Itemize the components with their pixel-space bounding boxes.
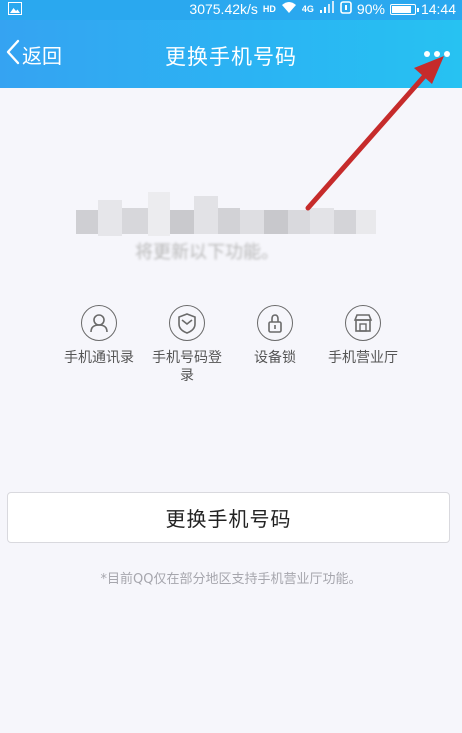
update-description: 将更新以下功能。: [135, 242, 279, 263]
footnote: *目前QQ仅在部分地区支持手机营业厅功能。: [100, 572, 362, 587]
more-dot: [444, 51, 450, 57]
network-type: 4G: [301, 4, 314, 14]
page-title: 更换手机号码: [165, 45, 297, 69]
nav-bar: 返回 更换手机号码: [0, 20, 462, 88]
battery-icon: [389, 3, 419, 15]
feature-contacts: 手机通讯录: [55, 305, 143, 367]
more-options-button[interactable]: [420, 42, 454, 66]
feature-label: 设备锁: [254, 350, 296, 366]
more-dot: [424, 51, 430, 57]
change-phone-number-button[interactable]: 更换手机号码: [7, 492, 450, 543]
nfc-icon: [340, 1, 352, 17]
feature-label: 手机营业厅: [328, 350, 398, 366]
feature-list: 手机通讯录 手机号码登 录 设备锁 手机营业厅: [55, 305, 415, 405]
gallery-notification-icon: [8, 2, 22, 18]
hd-badge: HD: [262, 4, 276, 14]
status-bar: 3075.42k/s HD 4G 90% 14:44: [0, 0, 462, 20]
more-dot: [434, 51, 440, 57]
signal-icon: [319, 1, 335, 17]
contact-icon: [81, 305, 117, 341]
network-speed: 3075.42k/s: [189, 1, 258, 17]
feature-label: 手机通讯录: [64, 350, 134, 366]
feature-mobile-store: 手机营业厅: [319, 305, 407, 367]
feature-label: 手机号码登 录: [152, 350, 222, 384]
shield-icon: [169, 305, 205, 341]
battery-percent: 90%: [356, 1, 385, 17]
feature-phone-login: 手机号码登 录: [143, 305, 231, 385]
lock-icon: [257, 305, 293, 341]
feature-device-lock: 设备锁: [231, 305, 319, 367]
clock: 14:44: [420, 1, 456, 17]
store-icon: [345, 305, 381, 341]
wifi-icon: [281, 1, 297, 17]
